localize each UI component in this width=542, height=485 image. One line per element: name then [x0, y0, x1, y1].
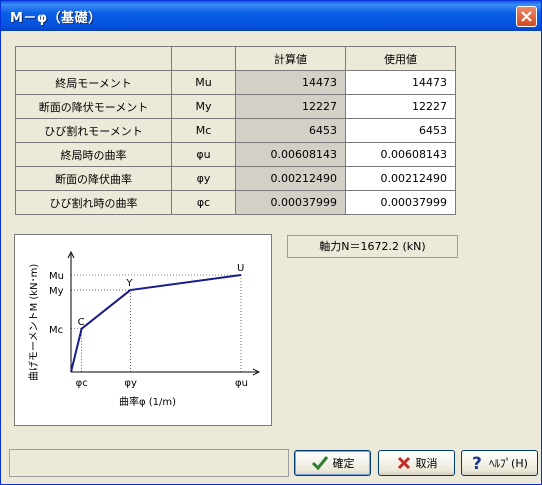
x-tick-label: φc: [76, 378, 88, 389]
row-calc-value: 0.00212490: [235, 166, 346, 191]
row-calc-value: 12227: [235, 94, 346, 119]
row-use-value[interactable]: 0.00037999: [345, 190, 456, 215]
row-label: ひび割れ時の曲率: [15, 190, 172, 215]
m-phi-chart: 曲げモーメントM (kN･m) 曲率φ (1/m) Mc φc C My φy Y Mu φu…: [14, 234, 272, 426]
x-mark-icon: [396, 455, 412, 471]
svg-text:?: ?: [472, 454, 482, 472]
row-use-value[interactable]: 6453: [345, 118, 456, 143]
y-tick-label: Mc: [49, 325, 63, 336]
header-label: [15, 46, 172, 71]
row-label: 断面の降伏モーメント: [15, 94, 172, 119]
check-icon: [311, 455, 329, 471]
row-calc-value: 6453: [235, 118, 346, 143]
row-symbol: φy: [171, 166, 236, 191]
row-use-value[interactable]: 0.00608143: [345, 142, 456, 167]
status-panel: [9, 449, 289, 477]
row-calc-value: 0.00037999: [235, 190, 346, 215]
question-mark-icon: ?: [471, 454, 485, 472]
row-use-value[interactable]: 0.00212490: [345, 166, 456, 191]
help-button-label: ﾍﾙﾌﾟ(H): [489, 457, 528, 470]
x-tick-label: φy: [124, 378, 137, 389]
row-label: 断面の降伏曲率: [15, 166, 172, 191]
axial-force-display: 軸力N＝1672.2 (kN): [287, 235, 458, 258]
row-symbol: φu: [171, 142, 236, 167]
x-tick-label: φu: [235, 378, 248, 389]
m-phi-chart-svg: 曲げモーメントM (kN･m) 曲率φ (1/m) McφcCMyφyYMuφu…: [28, 250, 261, 408]
row-use-value[interactable]: 12227: [345, 94, 456, 119]
point-label: U: [237, 263, 244, 274]
table-row: 断面の降伏モーメント My 12227 12227: [15, 94, 456, 119]
header-symbol: [171, 46, 236, 71]
header-use: 使用値: [345, 46, 456, 71]
table-row: ひび割れ時の曲率 φc 0.00037999 0.00037999: [15, 190, 456, 215]
row-symbol: φc: [171, 190, 236, 215]
table-row: ひび割れモーメント Mc 6453 6453: [15, 118, 456, 143]
cancel-button[interactable]: 取消: [378, 450, 455, 476]
row-label: 終局モーメント: [15, 70, 172, 95]
table-row: 終局モーメント Mu 14473 14473: [15, 70, 456, 95]
row-symbol: Mu: [171, 70, 236, 95]
y-tick-label: My: [49, 286, 64, 297]
point-label: Y: [125, 278, 133, 289]
row-symbol: Mc: [171, 118, 236, 143]
row-calc-value: 14473: [235, 70, 346, 95]
row-use-value[interactable]: 14473: [345, 70, 456, 95]
row-label: 終局時の曲率: [15, 142, 172, 167]
ok-button-label: 確定: [332, 457, 355, 470]
m-phi-curve: [70, 274, 242, 373]
row-calc-value: 0.00608143: [235, 142, 346, 167]
close-button[interactable]: [516, 6, 537, 27]
y-tick-label: Mu: [49, 271, 64, 282]
close-icon: [521, 11, 532, 22]
result-table: 計算値 使用値 終局モーメント Mu 14473 14473 断面の降伏モーメン…: [15, 46, 456, 215]
table-row: 終局時の曲率 φu 0.00608143 0.00608143: [15, 142, 456, 167]
header-calc: 計算値: [235, 46, 346, 71]
dialog-window: M－φ（基礎） 計算値 使用値 終局モーメント Mu 14473 14473 断…: [0, 0, 542, 485]
table-header-row: 計算値 使用値: [15, 46, 456, 71]
x-axis-label: 曲率φ (1/m): [119, 395, 176, 408]
help-button[interactable]: ? ﾍﾙﾌﾟ(H): [461, 450, 538, 476]
row-symbol: My: [171, 94, 236, 119]
y-axis-label: 曲げモーメントM (kN･m): [28, 264, 40, 381]
window-title: M－φ（基礎）: [10, 11, 102, 26]
dialog-body: 計算値 使用値 終局モーメント Mu 14473 14473 断面の降伏モーメン…: [4, 31, 538, 482]
title-bar: M－φ（基礎）: [1, 1, 541, 31]
row-label: ひび割れモーメント: [15, 118, 172, 143]
cancel-button-label: 取消: [415, 457, 438, 470]
ok-button[interactable]: 確定: [294, 450, 371, 476]
table-row: 断面の降伏曲率 φy 0.00212490 0.00212490: [15, 166, 456, 191]
